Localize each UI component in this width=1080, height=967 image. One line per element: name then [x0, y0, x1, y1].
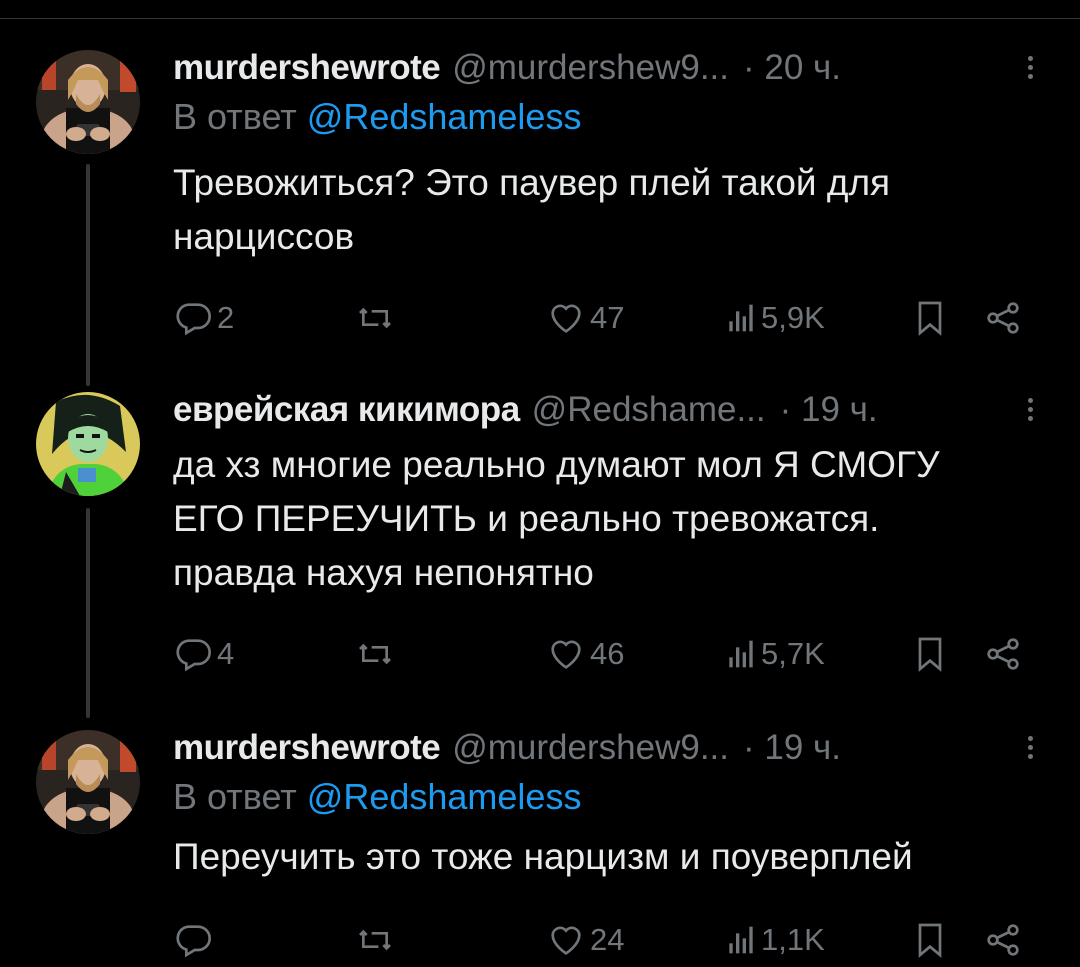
reply-prefix: В ответ: [173, 96, 297, 137]
author-handle[interactable]: @murdershew9...: [452, 726, 729, 770]
bookmark-button[interactable]: [910, 298, 950, 338]
share-button[interactable]: [983, 920, 1023, 960]
reply-icon: [176, 925, 211, 958]
share-icon: [987, 924, 1019, 956]
author-name[interactable]: murdershewrote: [173, 46, 441, 90]
retweet-icon: [359, 929, 391, 951]
bookmark-icon: [918, 923, 942, 958]
action-bar: 24 1,1K: [173, 920, 1043, 960]
avatar-man-icon: [36, 50, 140, 154]
tweet-text-line: правда нахуя непонятно: [173, 552, 594, 593]
tweet-text-line: ЕГО ПЕРЕУЧИТЬ и реально тревожатся.: [173, 498, 880, 539]
retweet-button[interactable]: [355, 920, 399, 960]
avatar[interactable]: [36, 730, 140, 834]
share-button[interactable]: [983, 634, 1023, 674]
reply-icon: [176, 303, 211, 336]
tweet-text: Тревожиться? Это паувер плей такой для н…: [173, 156, 1040, 264]
tweet-text-line: Переучить это тоже нарцизм и поуверплей: [173, 836, 913, 877]
like-icon: [551, 640, 581, 669]
views-count: 5,9K: [761, 300, 825, 335]
share-button[interactable]: [983, 298, 1023, 338]
like-icon: [551, 926, 581, 955]
share-icon: [987, 302, 1019, 334]
avatar-cartoon-icon: [36, 392, 140, 496]
author-handle[interactable]: @murdershew9...: [452, 46, 729, 90]
like-icon: [551, 304, 581, 333]
reply-icon: [176, 639, 211, 672]
tweet-text-line: нарциссов: [173, 216, 355, 257]
tweet[interactable]: murdershewrote @murdershew9... · 19 ч. В…: [0, 726, 1080, 967]
retweet-icon: [359, 307, 391, 329]
retweet-button[interactable]: [355, 298, 399, 338]
bookmark-icon: [918, 637, 942, 672]
like-count: 47: [590, 300, 625, 335]
more-icon[interactable]: [1020, 394, 1040, 430]
views-icon: [729, 304, 753, 332]
avatar[interactable]: [36, 392, 140, 496]
author-name[interactable]: murdershewrote: [173, 726, 441, 770]
views-count: 5,7K: [761, 636, 825, 671]
views-icon: [729, 640, 753, 668]
timestamp[interactable]: · 20 ч.: [743, 46, 841, 90]
tweet-text: Переучить это тоже нарцизм и поуверплей: [173, 830, 1040, 884]
bookmark-button[interactable]: [910, 920, 950, 960]
like-button[interactable]: 24: [546, 920, 624, 960]
reply-context: В ответ @Redshameless: [173, 92, 1040, 142]
reply-button[interactable]: [173, 920, 217, 960]
action-bar: 2 47 5,9K: [173, 298, 1043, 338]
reply-context: В ответ @Redshameless: [173, 772, 1040, 822]
bookmark-icon: [918, 301, 942, 336]
tweet-text-line: Тревожиться? Это паувер плей такой для: [173, 162, 891, 203]
reply-button[interactable]: 2: [173, 298, 234, 338]
top-divider: [0, 18, 1080, 19]
like-button[interactable]: 46: [546, 634, 624, 674]
reply-mention-link[interactable]: @Redshameless: [307, 776, 582, 817]
bookmark-button[interactable]: [910, 634, 950, 674]
avatar[interactable]: [36, 50, 140, 154]
views-icon: [729, 926, 753, 954]
more-icon[interactable]: [1020, 732, 1040, 768]
timestamp[interactable]: · 19 ч.: [780, 388, 878, 432]
tweet-text-line: да хз многие реально думают мол Я СМОГУ: [173, 444, 940, 485]
reply-button[interactable]: 4: [173, 634, 234, 674]
like-count: 24: [590, 922, 625, 957]
like-count: 46: [590, 636, 625, 671]
retweet-icon: [359, 643, 391, 665]
views-button[interactable]: 5,9K: [725, 298, 825, 338]
timestamp[interactable]: · 19 ч.: [743, 726, 841, 770]
retweet-button[interactable]: [355, 634, 399, 674]
tweet[interactable]: еврейская кикимора @Redshame... · 19 ч. …: [0, 388, 1080, 688]
author-name[interactable]: еврейская кикимора: [173, 388, 520, 432]
reply-mention-link[interactable]: @Redshameless: [307, 96, 582, 137]
share-icon: [987, 638, 1019, 670]
reply-count: 2: [217, 300, 235, 335]
more-icon[interactable]: [1020, 52, 1040, 88]
reply-count: 4: [217, 636, 235, 671]
views-button[interactable]: 5,7K: [725, 634, 825, 674]
like-button[interactable]: 47: [546, 298, 624, 338]
author-handle[interactable]: @Redshame...: [532, 388, 766, 432]
views-count: 1,1K: [761, 922, 825, 957]
tweet-text: да хз многие реально думают мол Я СМОГУ …: [173, 438, 1040, 600]
action-bar: 4 46 5,7K: [173, 634, 1043, 674]
tweet[interactable]: murdershewrote @murdershew9... · 20 ч. В…: [0, 46, 1080, 346]
views-button[interactable]: 1,1K: [725, 920, 825, 960]
avatar-man-icon: [36, 730, 140, 834]
reply-prefix: В ответ: [173, 776, 297, 817]
